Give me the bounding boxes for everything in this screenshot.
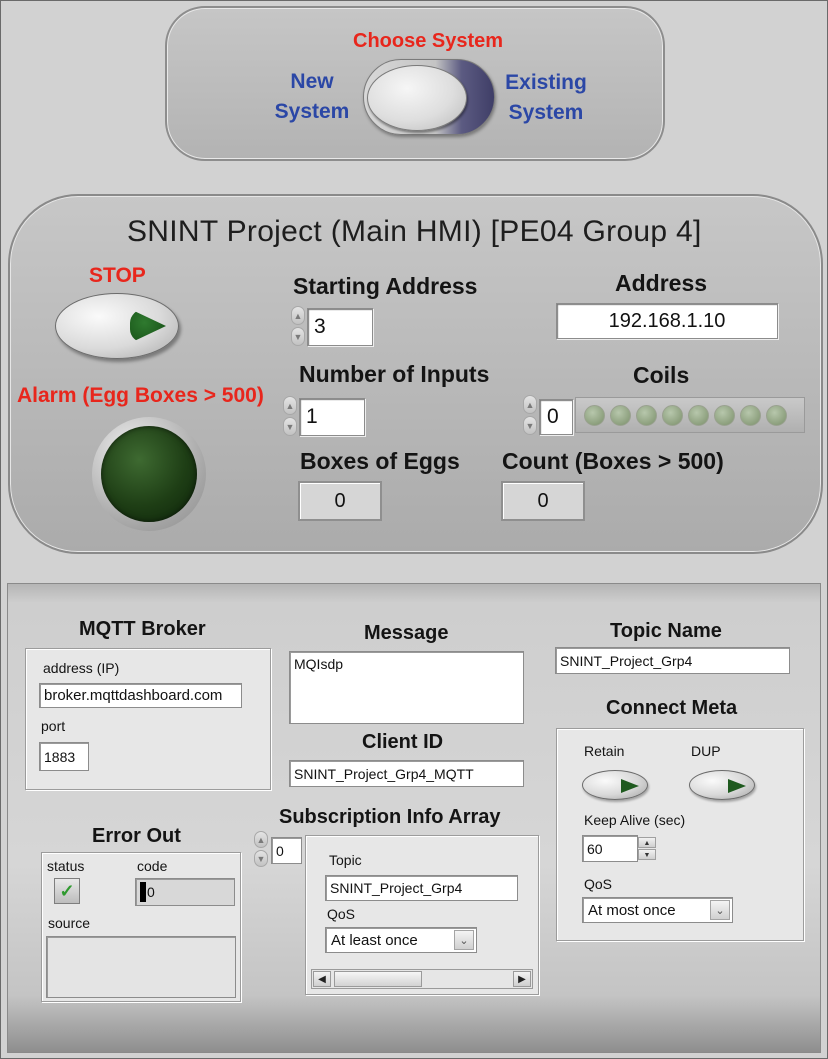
subscription-index-stepper[interactable]: ▲ ▼ bbox=[254, 831, 268, 867]
broker-address-input[interactable]: broker.mqttdashboard.com bbox=[39, 683, 242, 708]
coils-index-input[interactable]: 0 bbox=[539, 399, 573, 435]
connect-qos-label: QoS bbox=[584, 876, 613, 892]
boxes-of-eggs-label: Boxes of Eggs bbox=[300, 448, 460, 474]
coil-led bbox=[610, 404, 631, 426]
starting-address-stepper[interactable]: ▲ ▼ bbox=[291, 306, 305, 346]
coil-led bbox=[662, 404, 683, 426]
increment-arrow-icon[interactable]: ▲ bbox=[638, 837, 656, 848]
system-toggle-knob[interactable] bbox=[367, 65, 467, 131]
topic-name-title: Topic Name bbox=[610, 620, 722, 642]
coil-led bbox=[688, 404, 709, 426]
existing-system-label: Existing System bbox=[505, 71, 587, 124]
coil-led bbox=[636, 404, 657, 426]
text-cursor bbox=[140, 882, 146, 902]
connect-meta-title: Connect Meta bbox=[606, 697, 738, 719]
play-triangle-icon bbox=[728, 779, 746, 793]
alarm-label: Alarm (Egg Boxes > 500) bbox=[17, 384, 264, 407]
client-id-input[interactable]: SNINT_Project_Grp4_MQTT bbox=[289, 760, 524, 787]
checkmark-icon: ✓ bbox=[54, 878, 80, 904]
dup-label: DUP bbox=[691, 743, 721, 759]
message-input[interactable]: MQIsdp bbox=[289, 651, 524, 724]
decrement-arrow-icon[interactable]: ▼ bbox=[638, 849, 656, 860]
new-system-label: New System bbox=[274, 70, 350, 123]
address-input[interactable]: 192.168.1.10 bbox=[556, 303, 778, 339]
error-source-label: source bbox=[48, 915, 91, 931]
keep-alive-label: Keep Alive (sec) bbox=[584, 812, 686, 828]
address-label: Address bbox=[615, 270, 708, 296]
stop-button[interactable] bbox=[55, 293, 179, 359]
retain-label: Retain bbox=[584, 743, 625, 759]
chevron-down-icon[interactable]: ⌄ bbox=[710, 900, 730, 920]
error-status-label: status bbox=[47, 858, 85, 874]
coil-led bbox=[766, 404, 787, 426]
scroll-right-icon[interactable]: ▶ bbox=[513, 971, 531, 987]
coils-index-stepper[interactable]: ▲ ▼ bbox=[523, 395, 537, 435]
decrement-arrow-icon[interactable]: ▼ bbox=[523, 416, 537, 435]
keep-alive-stepper[interactable]: ▲ ▼ bbox=[638, 837, 656, 860]
subscription-index-input[interactable]: 0 bbox=[271, 837, 302, 864]
broker-port-label: port bbox=[41, 718, 66, 734]
error-source-indicator bbox=[46, 936, 236, 998]
connect-qos-select[interactable]: At most once ⌄ bbox=[582, 897, 733, 923]
keep-alive-input[interactable]: 60 bbox=[582, 835, 638, 862]
error-code-indicator: 0 bbox=[135, 878, 235, 906]
subscription-topic-label: Topic bbox=[329, 852, 362, 868]
number-of-inputs-stepper[interactable]: ▲ ▼ bbox=[283, 396, 297, 436]
increment-arrow-icon[interactable]: ▲ bbox=[254, 831, 268, 848]
play-triangle-icon bbox=[130, 309, 166, 343]
hmi-title: SNINT Project (Main HMI) [PE04 Group 4] bbox=[127, 215, 702, 248]
subscription-qos-label: QoS bbox=[327, 906, 356, 922]
count-label: Count (Boxes > 500) bbox=[502, 448, 724, 474]
decrement-arrow-icon[interactable]: ▼ bbox=[283, 417, 297, 436]
coils-led-array bbox=[575, 397, 805, 433]
connect-qos-value: At most once bbox=[588, 901, 676, 919]
broker-port-input[interactable]: 1883 bbox=[39, 742, 89, 771]
coils-label: Coils bbox=[633, 362, 690, 388]
mqtt-broker-title: MQTT Broker bbox=[79, 618, 206, 640]
count-indicator: 0 bbox=[501, 481, 585, 521]
broker-address-label: address (IP) bbox=[43, 660, 120, 676]
subscription-topic-input[interactable]: SNINT_Project_Grp4 bbox=[325, 875, 518, 901]
chevron-down-icon[interactable]: ⌄ bbox=[454, 930, 474, 950]
starting-address-label: Starting Address bbox=[293, 273, 478, 299]
subscription-qos-value: At least once bbox=[331, 931, 418, 949]
number-of-inputs-input[interactable]: 1 bbox=[299, 398, 365, 436]
boxes-of-eggs-indicator: 0 bbox=[298, 481, 382, 521]
choose-system-label: Choose System bbox=[353, 30, 504, 52]
coil-led bbox=[740, 404, 761, 426]
decrement-arrow-icon[interactable]: ▼ bbox=[254, 850, 268, 867]
message-title: Message bbox=[364, 622, 449, 644]
coil-led bbox=[584, 404, 605, 426]
increment-arrow-icon[interactable]: ▲ bbox=[523, 395, 537, 414]
coil-led bbox=[714, 404, 735, 426]
client-id-title: Client ID bbox=[362, 731, 444, 753]
subscription-scrollbar[interactable]: ◀ ▶ bbox=[311, 969, 533, 989]
play-triangle-icon bbox=[621, 779, 639, 793]
retain-toggle[interactable] bbox=[582, 770, 648, 800]
error-out-title: Error Out bbox=[92, 825, 181, 847]
error-code-label: code bbox=[137, 858, 168, 874]
stop-label: STOP bbox=[89, 264, 146, 287]
increment-arrow-icon[interactable]: ▲ bbox=[291, 306, 305, 325]
error-code-value: 0 bbox=[147, 884, 155, 900]
increment-arrow-icon[interactable]: ▲ bbox=[283, 396, 297, 415]
subscription-qos-select[interactable]: At least once ⌄ bbox=[325, 927, 477, 953]
alarm-led-indicator bbox=[101, 426, 197, 522]
decrement-arrow-icon[interactable]: ▼ bbox=[291, 327, 305, 346]
dup-toggle[interactable] bbox=[689, 770, 755, 800]
scrollbar-thumb[interactable] bbox=[334, 971, 422, 987]
scroll-left-icon[interactable]: ◀ bbox=[313, 971, 331, 987]
starting-address-input[interactable]: 3 bbox=[307, 308, 373, 346]
subscription-title: Subscription Info Array bbox=[279, 806, 501, 828]
topic-name-input[interactable]: SNINT_Project_Grp4 bbox=[555, 647, 790, 674]
number-of-inputs-label: Number of Inputs bbox=[299, 361, 490, 387]
